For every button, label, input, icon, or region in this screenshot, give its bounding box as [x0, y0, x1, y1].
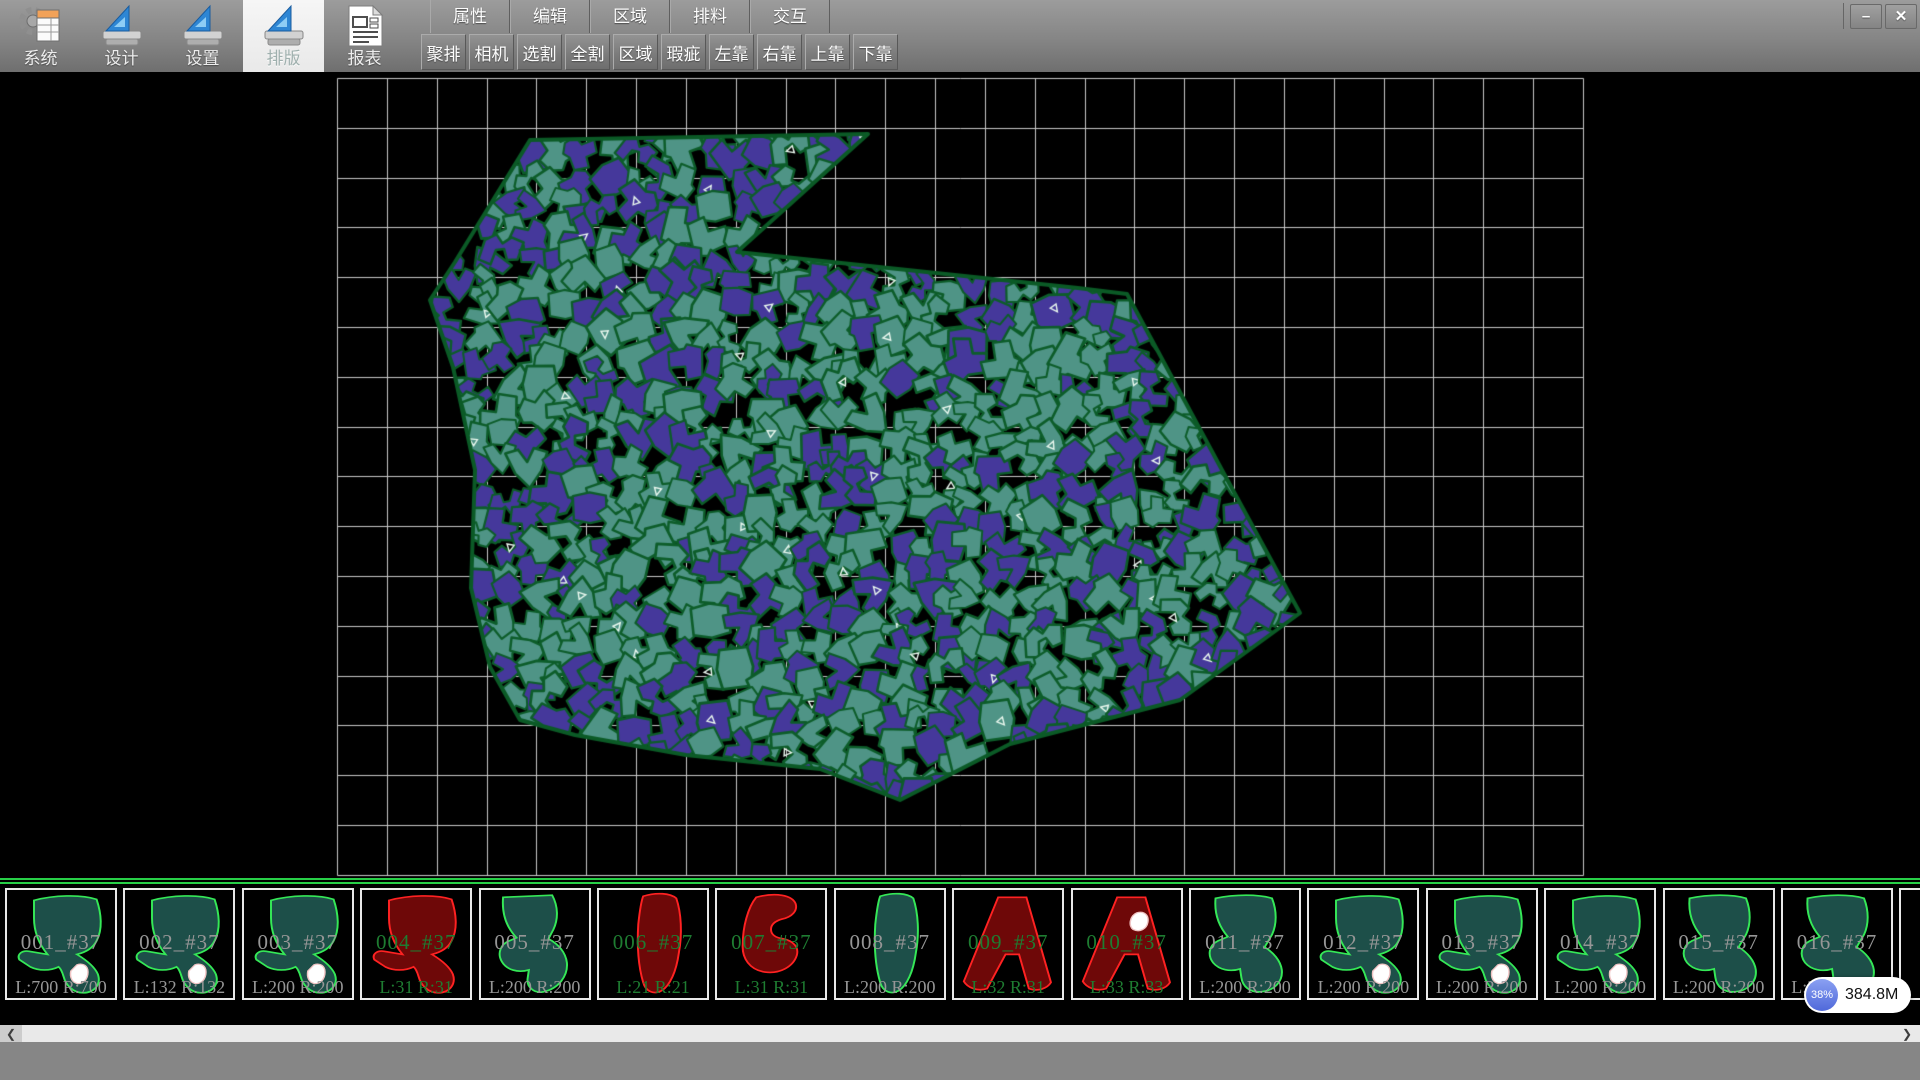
piece-count: L:200 R:200 [1428, 977, 1536, 998]
piece-name: 001_#37 [7, 930, 115, 955]
piece-count: L:200 R:200 [1546, 977, 1654, 998]
tool-button-8[interactable]: 右靠 [757, 34, 802, 70]
piece-thumbnail[interactable]: 001_#37 L:700 R:700 [5, 888, 117, 1000]
system-icon [18, 3, 64, 49]
tool-button-3[interactable]: 选割 [517, 34, 562, 70]
tool-button-1[interactable]: 聚排 [421, 34, 466, 70]
piece-count: L:200 R:200 [1309, 977, 1417, 998]
memory-badge[interactable]: 38% 384.8M [1804, 977, 1911, 1013]
menu-item-1[interactable]: 属性 [430, 0, 510, 33]
piece-count: L:200 R:200 [481, 977, 589, 998]
app-tab-label: 系统 [24, 49, 58, 69]
tool-button-6[interactable]: 瑕疵 [661, 34, 706, 70]
design-icon [261, 3, 307, 49]
piece-thumbnail[interactable]: 008_#37 L:200 R:200 [834, 888, 946, 1000]
app-tab-label: 设置 [186, 49, 220, 69]
piece-thumbnail[interactable]: 009_#37 L:32 R:31 [952, 888, 1064, 1000]
piece-thumbnail[interactable]: 006_#37 L:21 R:21 [597, 888, 709, 1000]
tool-button-9[interactable]: 上靠 [805, 34, 850, 70]
toolbar: 系统 设计 设置 排版 报表 属性编辑区域排料交互 聚排相机选割全割区域瑕疵左靠右靠上靠… [0, 0, 1920, 73]
piece-thumbnail[interactable]: 012_#37 L:200 R:200 [1307, 888, 1419, 1000]
piece-name: 008_#37 [836, 930, 944, 955]
piece-thumbnail[interactable]: 013_#37 L:200 R:200 [1426, 888, 1538, 1000]
piece-thumbnail[interactable]: 011_#37 L:200 R:200 [1189, 888, 1301, 1000]
piece-name: 010_#37 [1073, 930, 1181, 955]
app-tab-label: 设计 [105, 49, 139, 69]
piece-count: L:200 R:200 [1191, 977, 1299, 998]
piece-thumbnail[interactable]: 015_#37 L:200 R:200 [1663, 888, 1775, 1000]
scroll-right-arrow-icon[interactable]: ❯ [1896, 1025, 1918, 1042]
piece-name: 004_#37 [362, 930, 470, 955]
piece-name: 011_#37 [1191, 930, 1299, 955]
tool-button-10[interactable]: 下靠 [853, 34, 898, 70]
app-tab-4[interactable]: 排版 [243, 0, 324, 72]
strip-separator-line [0, 882, 1920, 884]
window-controls: – ✕ [1843, 3, 1917, 29]
piece-name: 012_#37 [1309, 930, 1417, 955]
tool-button-4[interactable]: 全割 [565, 34, 610, 70]
app-tab-5[interactable]: 报表 [324, 0, 405, 72]
nesting-canvas[interactable] [0, 72, 1920, 878]
piece-count: L:32 R:31 [954, 977, 1062, 998]
tool-button-2[interactable]: 相机 [469, 34, 514, 70]
piece-name: 014_#37 [1546, 930, 1654, 955]
strip-separator-line [0, 878, 1920, 880]
memory-percent-indicator: 38% [1806, 979, 1838, 1011]
piece-count: L:21 R:21 [599, 977, 707, 998]
menu-item-2[interactable]: 编辑 [510, 0, 590, 33]
status-bar [0, 1042, 1920, 1080]
piece-thumbnail[interactable]: 003_#37 L:200 R:200 [242, 888, 354, 1000]
piece-thumbnail[interactable]: 002_#37 L:132 R:132 [123, 888, 235, 1000]
piece-name: 015_#37 [1665, 930, 1773, 955]
nesting-canvas-area[interactable] [0, 72, 1920, 878]
piece-count: L:31 R:31 [717, 977, 825, 998]
piece-name: 016_#37 [1783, 930, 1891, 955]
horizontal-scrollbar[interactable]: ❮ ❯ [0, 1025, 1920, 1042]
app-tabs: 系统 设计 设置 排版 报表 [0, 0, 405, 72]
piece-name: 013_#37 [1428, 930, 1536, 955]
app-tab-2[interactable]: 设计 [81, 0, 162, 72]
piece-thumbnail[interactable]: 004_#37 L:31 R:31 [360, 888, 472, 1000]
piece-count: L:31 R:31 [362, 977, 470, 998]
menu-item-4[interactable]: 排料 [670, 0, 750, 33]
piece-thumbnail[interactable]: 014_#37 L:200 R:200 [1544, 888, 1656, 1000]
app-tab-3[interactable]: 设置 [162, 0, 243, 72]
memory-usage-label: 384.8M [1845, 986, 1898, 1004]
close-button[interactable]: ✕ [1885, 4, 1917, 29]
menu-bar: 属性编辑区域排料交互 [430, 0, 830, 33]
piece-name: 005_#37 [481, 930, 589, 955]
piece-count: L:200 R:200 [1665, 977, 1773, 998]
tool-row: 聚排相机选割全割区域瑕疵左靠右靠上靠下靠 [421, 33, 901, 71]
piece-count: L:700 R:700 [7, 977, 115, 998]
report-icon [342, 3, 388, 49]
piece-name: 009_#37 [954, 930, 1062, 955]
tool-button-7[interactable]: 左靠 [709, 34, 754, 70]
piece-name: 003_#37 [244, 930, 352, 955]
piece-name: 007_#37 [717, 930, 825, 955]
app-tab-label: 报表 [348, 49, 382, 69]
menu-item-3[interactable]: 区域 [590, 0, 670, 33]
piece-thumbnail[interactable]: 007_#37 L:31 R:31 [715, 888, 827, 1000]
scroll-left-arrow-icon[interactable]: ❮ [0, 1025, 22, 1042]
piece-thumbnail[interactable]: 005_#37 L:200 R:200 [479, 888, 591, 1000]
menu-item-5[interactable]: 交互 [750, 0, 830, 33]
app-tab-1[interactable]: 系统 [0, 0, 81, 72]
app-tab-label: 排版 [267, 49, 301, 69]
application-window: 系统 设计 设置 排版 报表 属性编辑区域排料交互 聚排相机选割全割区域瑕疵左靠右靠上靠… [0, 0, 1920, 1080]
tool-button-5[interactable]: 区域 [613, 34, 658, 70]
piece-count: L:200 R:200 [244, 977, 352, 998]
minimize-button[interactable]: – [1850, 4, 1882, 29]
design-icon [99, 3, 145, 49]
piece-count: L:33 R:33 [1073, 977, 1181, 998]
piece-count: L:132 R:132 [125, 977, 233, 998]
piece-name: 002_#37 [125, 930, 233, 955]
design-icon [180, 3, 226, 49]
piece-name: 006_#37 [599, 930, 707, 955]
piece-count: L:200 R:200 [836, 977, 944, 998]
pieces-strip: 001_#37 L:700 R:700 002_#37 L:132 R:132 003_… [0, 886, 1920, 1008]
piece-thumbnail[interactable]: 010_#37 L:33 R:33 [1071, 888, 1183, 1000]
